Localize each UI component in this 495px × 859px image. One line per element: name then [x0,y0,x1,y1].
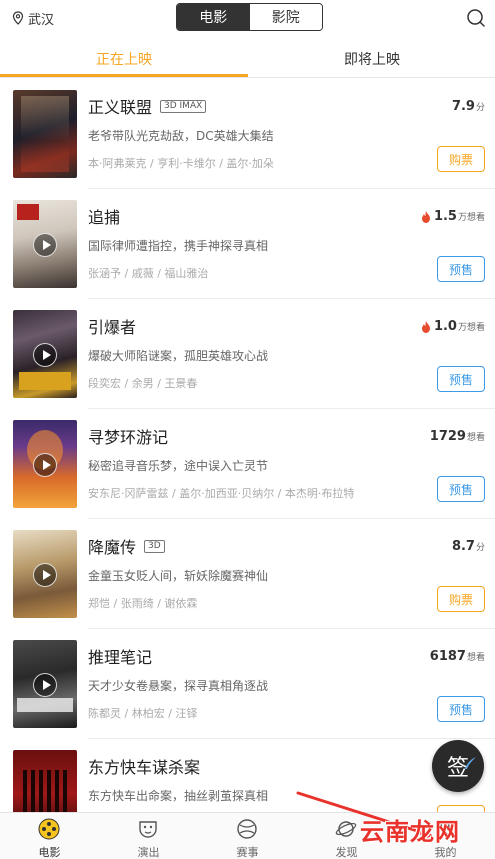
movie-poster[interactable] [13,200,77,288]
movie-title: 降魔传 [88,538,137,557]
movie-cast: 张涵予 / 戚薇 / 福山雅治 [88,267,209,280]
location-pin-icon [12,11,24,25]
movie-title: 正义联盟 [88,98,153,117]
movie-title: 推理笔记 [88,648,153,667]
movie-cast: 郑恺 / 张雨绮 / 谢依霖 [88,597,198,610]
film-reel-icon [38,818,60,840]
movie-poster[interactable] [13,530,77,618]
location-selector[interactable]: 武汉 [12,9,55,28]
movie-title: 引爆者 [88,318,137,337]
play-icon[interactable] [33,453,57,477]
seg-movie[interactable]: 电影 [177,4,250,30]
want-unit: 想看 [466,653,485,663]
buy-ticket-button[interactable]: 购票 [437,586,485,612]
movie-poster[interactable] [13,640,77,728]
want-value: 1729 [429,429,466,444]
watermark-text: 云南龙网 [360,818,460,846]
ball-icon [237,819,257,839]
nav-movie[interactable]: 电影 [0,813,99,859]
movie-poster[interactable] [13,90,77,178]
score-unit: 分 [475,103,485,113]
search-icon[interactable] [466,8,486,28]
mask-icon [139,821,157,838]
active-tab-indicator [0,74,248,77]
movie-poster[interactable] [13,310,77,398]
planet-icon [335,821,357,837]
want-value: 1.5 [433,209,457,224]
movie-tabs: 正在上映 即将上映 [0,40,495,78]
presale-button[interactable]: 预售 [437,256,485,282]
movie-description: 爆破大师陷谜案，孤胆英雄攻心战 [88,349,269,363]
seg-cinema[interactable]: 影院 [249,4,322,30]
movie-row[interactable]: 引爆者 爆破大师陷谜案，孤胆英雄攻心战 段奕宏 / 余男 / 王景春 1.0 万… [0,299,495,409]
movie-cast: 段奕宏 / 余男 / 王景春 [88,377,198,390]
format-tag: 3D IMAX [160,99,207,113]
movie-row[interactable]: 推理笔记 天才少女卷悬案，探寻真相角逐战 陈都灵 / 林柏宏 / 汪铎 6187… [0,629,495,739]
city-label: 武汉 [28,12,55,28]
play-icon[interactable] [33,343,57,367]
want-value: 1.0 [433,319,457,334]
movie-description: 天才少女卷悬案，探寻真相角逐战 [88,679,269,693]
movie-cast: 本·阿弗莱克 / 亨利·卡维尔 / 盖尔·加朵 [88,157,274,170]
want-unit: 万想看 [457,323,485,333]
play-icon[interactable] [33,563,57,587]
movie-want-count: 1.0 万想看 [421,319,485,334]
score-unit: 分 [475,543,485,553]
fire-icon [421,320,430,333]
movie-score: 7.9 分 [452,99,485,114]
movie-description: 老爷带队光克劫敌，DC英雄大集结 [88,129,274,143]
want-unit: 万想看 [457,213,485,223]
nav-show[interactable]: 演出 [99,813,198,859]
movie-description: 国际律师遭指控，携手神探寻真相 [88,239,269,253]
movie-list[interactable]: 正义联盟 3D IMAX 老爷带队光克劫敌，DC英雄大集结 本·阿弗莱克 / 亨… [0,79,495,814]
movie-title: 东方快车谋杀案 [88,758,201,777]
nav-sports[interactable]: 赛事 [198,813,297,859]
movie-description: 金童玉女贬人间，斩妖除魔赛神仙 [88,569,269,583]
format-tag: 3D [144,539,165,553]
movie-row[interactable]: 正义联盟 3D IMAX 老爷带队光克劫敌，DC英雄大集结 本·阿弗莱克 / 亨… [0,79,495,189]
fire-icon [421,210,430,223]
movie-want-count: 1729 想看 [430,429,485,444]
movie-title: 追捕 [88,208,121,227]
presale-button[interactable]: 预售 [437,696,485,722]
nav-label: 演出 [137,846,160,859]
score-value: 8.7 [451,539,475,554]
tab-upcoming[interactable]: 即将上映 [248,40,495,78]
movie-poster[interactable] [13,420,77,508]
movie-description: 秘密追寻音乐梦，途中误入亡灵节 [88,459,269,473]
movie-cast: 安东尼·冈萨雷兹 / 盖尔·加西亚·贝纳尔 / 本杰明·布拉特 [88,487,355,500]
movie-cinema-switch: 电影 影院 [176,3,323,31]
movie-score: 8.7 分 [452,539,485,554]
sign-in-float-button[interactable]: 签 [432,740,484,792]
movie-row[interactable]: 东方快车谋杀案 东方快车出命案，抽丝剥茧探真相 [0,739,495,814]
buy-ticket-button[interactable]: 购票 [437,146,485,172]
want-value: 6187 [429,649,466,664]
movie-row[interactable]: 寻梦环游记 秘密追寻音乐梦，途中误入亡灵节 安东尼·冈萨雷兹 / 盖尔·加西亚·… [0,409,495,519]
score-value: 7.9 [451,99,475,114]
movie-want-count: 1.5 万想看 [421,209,485,224]
top-bar: 武汉 电影 影院 [0,0,495,36]
nav-label: 赛事 [236,846,259,859]
movie-want-count: 6187 想看 [430,649,485,664]
presale-button[interactable]: 预售 [437,366,485,392]
feather-pen-icon [465,757,476,769]
want-unit: 想看 [466,433,485,443]
play-icon[interactable] [33,673,57,697]
movie-row[interactable]: 降魔传 3D 金童玉女贬人间，斩妖除魔赛神仙 郑恺 / 张雨绮 / 谢依霖 8.… [0,519,495,629]
nav-label: 电影 [38,846,61,859]
movie-row[interactable]: 追捕 国际律师遭指控，携手神探寻真相 张涵予 / 戚薇 / 福山雅治 1.5 万… [0,189,495,299]
movie-cast: 陈都灵 / 林柏宏 / 汪铎 [88,707,198,720]
presale-button[interactable]: 预售 [437,476,485,502]
movie-description: 东方快车出命案，抽丝剥茧探真相 [88,789,269,803]
tab-now-showing[interactable]: 正在上映 [0,40,248,78]
movie-title: 寻梦环游记 [88,428,169,447]
play-icon[interactable] [33,233,57,257]
movie-poster[interactable] [13,750,77,814]
